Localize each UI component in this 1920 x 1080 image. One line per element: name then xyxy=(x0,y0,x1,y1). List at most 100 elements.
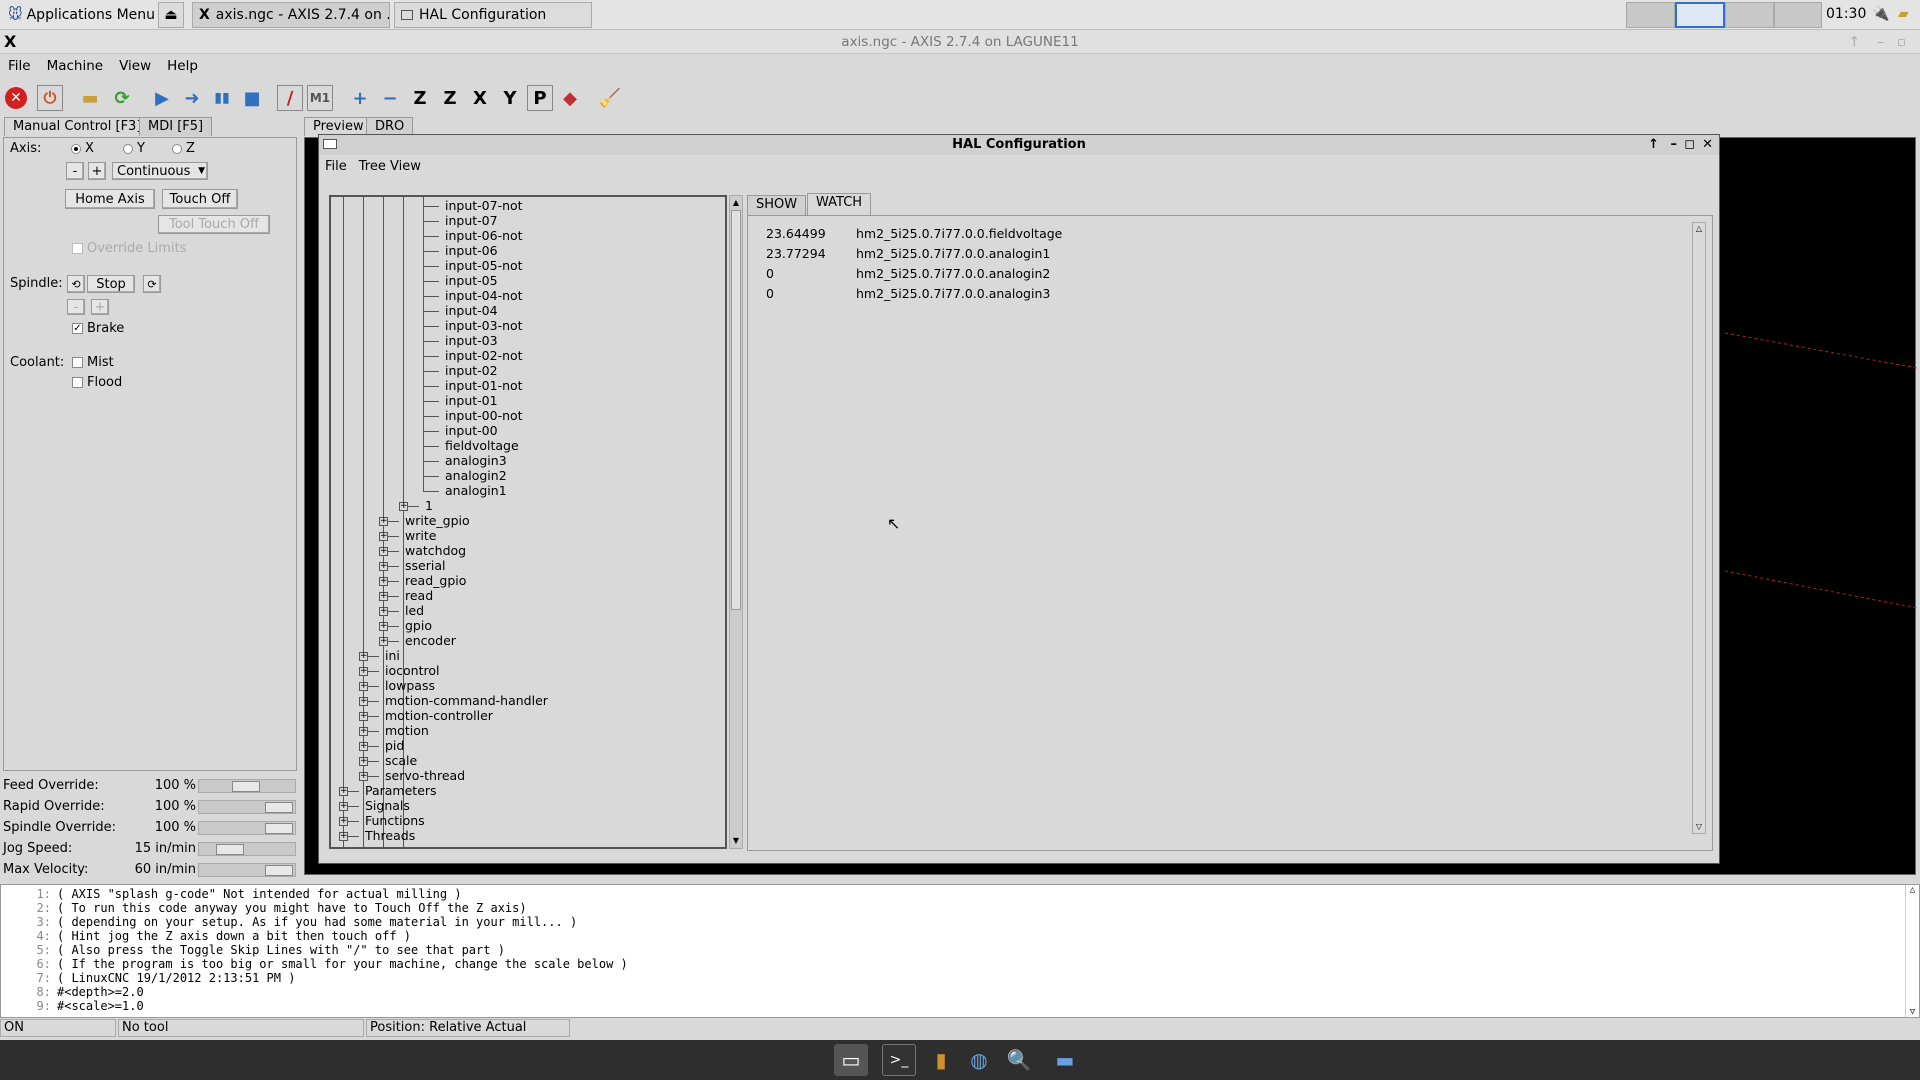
expand-icon[interactable]: + xyxy=(359,727,368,736)
open-file-icon[interactable]: ▬ xyxy=(77,85,103,111)
tree-node[interactable]: watchdog xyxy=(405,544,466,558)
jog-plus-button[interactable]: + xyxy=(88,162,106,180)
maximize-icon[interactable]: ▫ xyxy=(1897,30,1906,54)
gcode-listing[interactable]: △ ▽ 1: ( AXIS "splash g-code" Not intende… xyxy=(0,884,1920,1018)
tree-node[interactable]: input-04-not xyxy=(445,289,523,303)
tree-node[interactable]: analogin3 xyxy=(445,454,507,468)
hal-menu-file[interactable]: File xyxy=(319,159,353,174)
tree-node[interactable]: Signals xyxy=(365,799,410,813)
tree-node[interactable]: input-01-not xyxy=(445,379,523,393)
slider-knob[interactable] xyxy=(216,844,244,855)
expand-icon[interactable]: + xyxy=(399,502,408,511)
scroll-up-icon[interactable]: △ xyxy=(1694,224,1704,234)
estop-icon[interactable]: ✕ xyxy=(5,87,27,109)
view-p-icon[interactable]: P xyxy=(527,85,553,111)
tree-node[interactable]: sserial xyxy=(405,559,445,573)
spindle-reverse-icon[interactable]: ⟲ xyxy=(67,275,85,293)
tree-node[interactable]: motion-controller xyxy=(385,709,493,723)
tree-node[interactable]: input-06-not xyxy=(445,229,523,243)
tree-node[interactable]: pid xyxy=(385,739,404,753)
workspace-2[interactable] xyxy=(1674,2,1725,28)
tree-node[interactable]: read xyxy=(405,589,433,603)
tree-node[interactable]: input-05 xyxy=(445,274,498,288)
override-slider[interactable] xyxy=(198,800,296,814)
expand-icon[interactable]: + xyxy=(379,547,388,556)
tree-node[interactable]: input-02 xyxy=(445,364,498,378)
battery-icon[interactable]: ▰ xyxy=(1898,6,1909,22)
override-slider[interactable] xyxy=(198,863,296,877)
stop-icon[interactable]: ■ xyxy=(239,85,265,111)
tree-node[interactable]: analogin1 xyxy=(445,484,507,498)
optional-stop-icon[interactable]: M1 xyxy=(307,85,333,111)
workspace-3[interactable] xyxy=(1725,2,1774,28)
axis-z-radio[interactable]: Z xyxy=(172,141,195,156)
override-slider[interactable] xyxy=(198,779,296,793)
zoom-out-icon[interactable]: − xyxy=(377,85,403,111)
expand-icon[interactable]: + xyxy=(339,832,348,841)
gcode-line[interactable]: 9: #<scale>=1.0 xyxy=(9,999,144,1013)
tree-node[interactable]: input-07 xyxy=(445,214,498,228)
gcode-line[interactable]: 8: #<depth>=2.0 xyxy=(9,985,144,999)
shade-icon[interactable]: ↑ xyxy=(1648,135,1659,155)
task-hal-configuration[interactable]: HAL Configuration xyxy=(394,2,592,28)
web-browser-icon[interactable]: ◍ xyxy=(962,1044,996,1076)
gcode-line[interactable]: 5: ( Also press the Toggle Skip Lines wit… xyxy=(9,943,505,957)
override-slider[interactable] xyxy=(198,821,296,835)
tree-node[interactable]: Parameters xyxy=(365,784,437,798)
applications-menu-button[interactable]: 🐭 Applications Menu xyxy=(2,2,154,28)
scroll-down-icon[interactable]: ▽ xyxy=(1694,822,1704,832)
window-menu-icon[interactable] xyxy=(323,139,337,149)
watch-row[interactable]: 0 hm2_5i25.0.7i77.0.0.analogin3 xyxy=(766,286,1050,304)
expand-icon[interactable]: + xyxy=(379,622,388,631)
tree-node[interactable]: write xyxy=(405,529,436,543)
tree-node[interactable]: ini xyxy=(385,649,400,663)
expand-icon[interactable]: + xyxy=(339,802,348,811)
axis-x-radio[interactable]: X xyxy=(71,141,94,156)
override-slider[interactable] xyxy=(198,842,296,856)
tree-node[interactable]: read_gpio xyxy=(405,574,466,588)
tree-node[interactable]: gpio xyxy=(405,619,432,633)
expand-icon[interactable]: + xyxy=(379,532,388,541)
zoom-in-icon[interactable]: + xyxy=(347,85,373,111)
tree-node[interactable]: motion-command-handler xyxy=(385,694,548,708)
tree-node[interactable]: scale xyxy=(385,754,417,768)
scroll-up-icon[interactable]: △ xyxy=(1906,885,1919,895)
gcode-line[interactable]: 2: ( To run this code anyway you might ha… xyxy=(9,901,527,915)
expand-icon[interactable]: + xyxy=(359,697,368,706)
tree-node[interactable]: servo-thread xyxy=(385,769,465,783)
logout-icon[interactable]: ⏏ xyxy=(158,2,184,28)
tree-node[interactable]: Functions xyxy=(365,814,425,828)
expand-icon[interactable]: + xyxy=(379,637,388,646)
scroll-thumb[interactable] xyxy=(731,210,741,610)
watch-scrollbar[interactable]: △ ▽ xyxy=(1692,222,1706,834)
spindle-decrease-button[interactable]: - xyxy=(67,299,85,315)
watch-row[interactable]: 23.64499 hm2_5i25.0.7i77.0.0.fieldvoltage xyxy=(766,226,1062,244)
expand-icon[interactable]: + xyxy=(379,577,388,586)
gcode-line[interactable]: 6: ( If the program is too big or small f… xyxy=(9,957,628,971)
tree-node[interactable]: analogin2 xyxy=(445,469,507,483)
slider-knob[interactable] xyxy=(232,781,260,792)
tree-node[interactable]: input-02-not xyxy=(445,349,523,363)
gcode-scrollbar[interactable]: △ ▽ xyxy=(1905,885,1919,1017)
tree-node[interactable]: input-07-not xyxy=(445,199,523,213)
tab-manual-control[interactable]: Manual Control [F3] xyxy=(4,117,151,136)
tree-node[interactable]: input-03-not xyxy=(445,319,523,333)
menu-machine[interactable]: Machine xyxy=(39,58,112,74)
view-z2-icon[interactable]: Z xyxy=(437,85,463,111)
watch-row[interactable]: 23.77294 hm2_5i25.0.7i77.0.0.analogin1 xyxy=(766,246,1050,264)
axis-y-radio[interactable]: Y xyxy=(123,141,145,156)
expand-icon[interactable]: + xyxy=(359,772,368,781)
rotate-icon[interactable]: ◆ xyxy=(557,85,583,111)
scroll-down-icon[interactable]: ▼ xyxy=(731,836,741,846)
override-limits-checkbox[interactable]: Override Limits xyxy=(72,241,186,256)
close-icon[interactable]: ✕ xyxy=(1702,135,1713,155)
tree-node[interactable]: encoder xyxy=(405,634,456,648)
tree-node[interactable]: fieldvoltage xyxy=(445,439,519,453)
terminal-icon[interactable]: >_ xyxy=(882,1044,916,1076)
pause-icon[interactable]: ▮▮ xyxy=(209,85,235,111)
minimize-icon[interactable]: – xyxy=(1671,135,1678,155)
gcode-line[interactable]: 1: ( AXIS "splash g-code" Not intended fo… xyxy=(9,887,462,901)
tree-node[interactable]: motion xyxy=(385,724,429,738)
view-z-icon[interactable]: Z xyxy=(407,85,433,111)
minimize-icon[interactable]: – xyxy=(1877,30,1884,54)
